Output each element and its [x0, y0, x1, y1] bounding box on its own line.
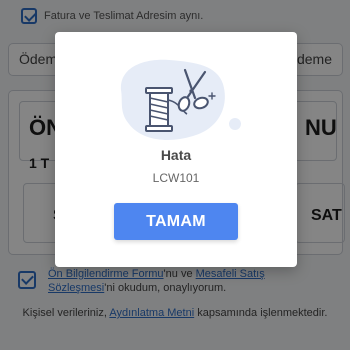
error-dialog: Hata LCW101 TAMAM: [55, 32, 297, 267]
error-code: LCW101: [152, 171, 200, 185]
scissors-thread-spool-icon: [120, 59, 241, 140]
dialog-title: Hata: [160, 147, 192, 163]
ok-button[interactable]: TAMAM: [114, 203, 238, 240]
